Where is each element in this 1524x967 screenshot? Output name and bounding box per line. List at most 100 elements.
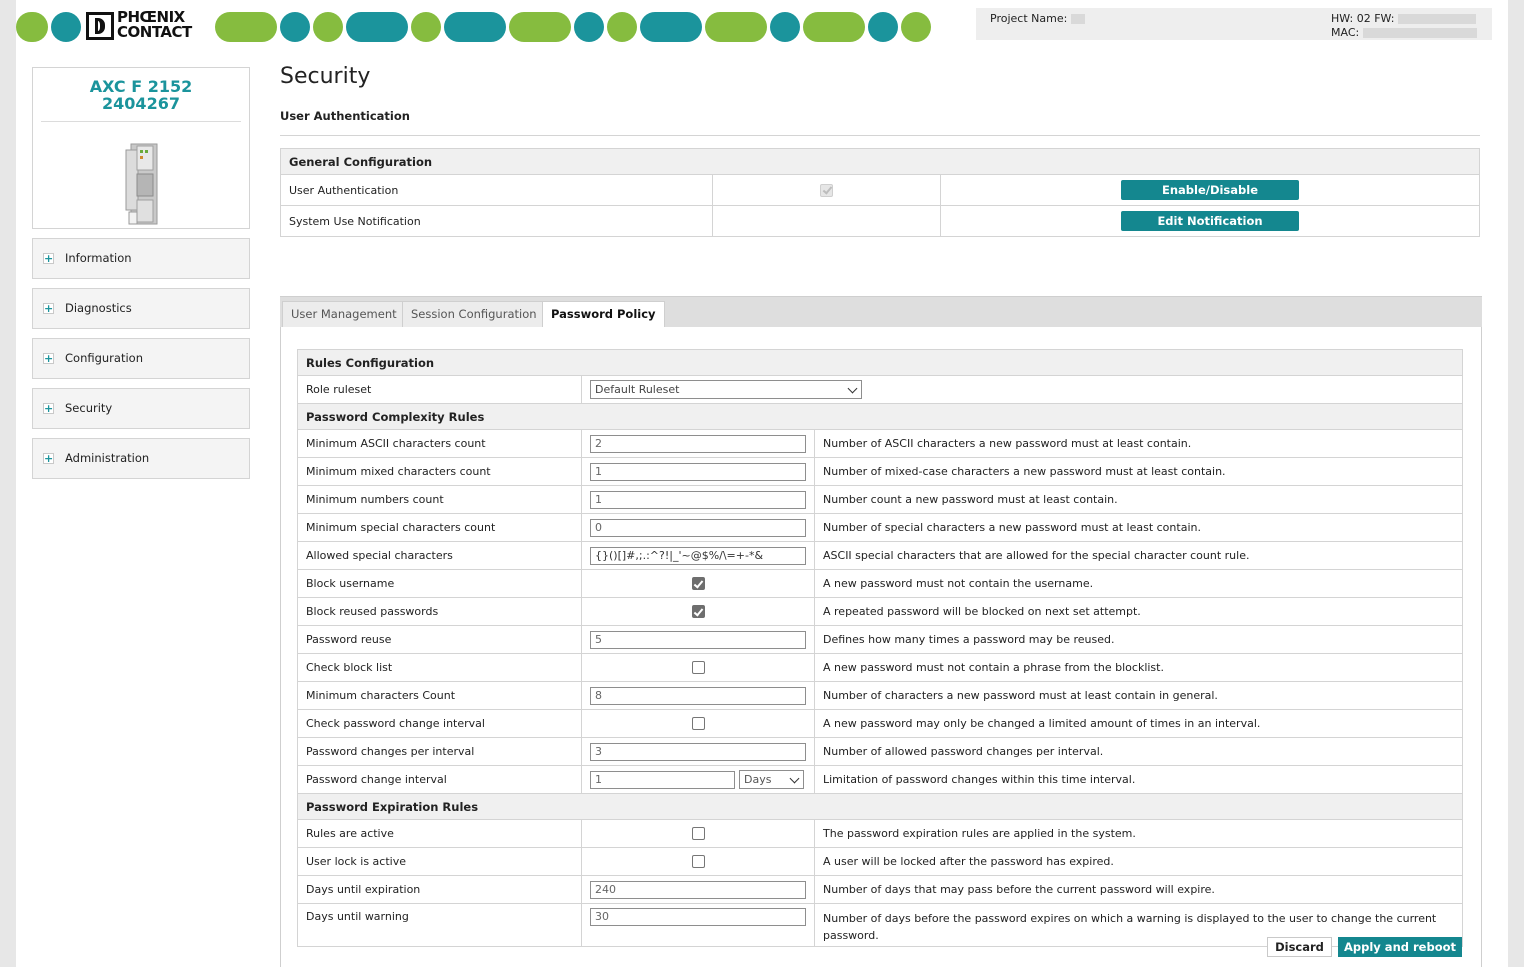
expand-plus-icon: + <box>43 402 54 415</box>
sidebar-item-configuration[interactable]: + Configuration <box>32 338 250 379</box>
tab-password-policy[interactable]: Password Policy <box>542 301 665 329</box>
row-description: A new password must not contain the user… <box>814 569 1463 598</box>
block-reused-checkbox[interactable] <box>691 605 705 618</box>
role-ruleset-select[interactable]: Default Ruleset <box>590 380 862 399</box>
min-mixed-input[interactable]: 1 <box>590 462 806 481</box>
min-ascii-input[interactable]: 2 <box>590 434 806 453</box>
allowed-special-chars-input[interactable]: {}()[]#,;.:^?!|_'~@$%/\=+-*& <box>590 546 806 565</box>
table-header: General Configuration <box>280 148 1480 175</box>
days-until-warning-input[interactable]: 30 <box>590 908 806 926</box>
row-label: Minimum special characters count <box>297 513 582 542</box>
rules-active-checkbox[interactable] <box>691 827 705 840</box>
table-row: Rules are active The password expiration… <box>297 819 1463 848</box>
enable-disable-button[interactable]: Enable/Disable <box>1121 180 1299 200</box>
device-card: AXC F 2152 2404267 <box>32 67 250 229</box>
row-label: Password changes per interval <box>297 737 582 766</box>
row-label: Block reused passwords <box>297 597 582 626</box>
table-row: Minimum special characters count 0 Numbe… <box>297 513 1463 542</box>
select-value: Days <box>744 773 772 786</box>
sidebar-item-label: Configuration <box>65 351 143 365</box>
min-characters-input[interactable]: 8 <box>590 686 806 705</box>
row-label: Minimum characters Count <box>297 681 582 710</box>
row-description: A repeated password will be blocked on n… <box>814 597 1463 626</box>
tab-session-configuration[interactable]: Session Configuration <box>402 301 546 327</box>
logo-line2: CONTACT <box>117 23 192 41</box>
row-label: Block username <box>297 569 582 598</box>
table-row: Role ruleset Default Ruleset <box>297 375 1463 404</box>
row-description: Number of days that may pass before the … <box>814 875 1463 904</box>
row-description: Limitation of password changes within th… <box>814 765 1463 794</box>
change-interval-input[interactable]: 1 <box>590 770 735 789</box>
page-title: Security <box>280 64 371 89</box>
discard-button[interactable]: Discard <box>1267 937 1332 957</box>
table-row: Minimum ASCII characters count 2 Number … <box>297 429 1463 458</box>
table-row: Block reused passwords A repeated passwo… <box>297 597 1463 626</box>
tab-user-management[interactable]: User Management <box>282 301 406 327</box>
device-model: AXC F 2152 <box>89 77 193 96</box>
device-image <box>125 143 158 225</box>
table-row: System Use Notification Edit Notificatio… <box>280 205 1480 237</box>
table-row: Block username A new password must not c… <box>297 569 1463 598</box>
expand-plus-icon: + <box>43 452 54 465</box>
sidebar-item-administration[interactable]: + Administration <box>32 438 250 479</box>
row-description: Number of special characters a new passw… <box>814 513 1463 542</box>
table-row: Days until expiration 240 Number of days… <box>297 875 1463 904</box>
table-row: Minimum mixed characters count 1 Number … <box>297 457 1463 486</box>
row-label: Password reuse <box>297 625 582 654</box>
chevron-down-icon <box>789 773 800 784</box>
rules-configuration-table: Rules Configuration Role ruleset Default… <box>297 349 1463 947</box>
password-reuse-input[interactable]: 5 <box>590 630 806 649</box>
row-label: Allowed special characters <box>297 541 582 570</box>
min-special-input[interactable]: 0 <box>590 518 806 537</box>
table-row: Check block list A new password must not… <box>297 653 1463 682</box>
row-label: System Use Notification <box>280 205 713 237</box>
sidebar-item-information[interactable]: + Information <box>32 238 250 279</box>
user-lock-active-checkbox[interactable] <box>691 855 705 868</box>
changes-per-interval-input[interactable]: 3 <box>590 742 806 761</box>
row-label: User Authentication <box>280 174 713 206</box>
block-username-checkbox[interactable] <box>691 577 705 590</box>
mac-label: MAC: <box>1331 26 1360 39</box>
expand-plus-icon: + <box>43 302 54 315</box>
sidebar-item-security[interactable]: + Security <box>32 388 250 429</box>
table-row: User Authentication Enable/Disable <box>280 174 1480 206</box>
row-description: A user will be locked after the password… <box>814 847 1463 876</box>
sidebar-item-diagnostics[interactable]: + Diagnostics <box>32 288 250 329</box>
interval-unit-select[interactable]: Days <box>739 770 804 789</box>
table-row: Check password change interval A new pas… <box>297 709 1463 738</box>
apply-and-reboot-button[interactable]: Apply and reboot <box>1338 937 1462 957</box>
min-numbers-input[interactable]: 1 <box>590 490 806 509</box>
user-auth-checkbox[interactable] <box>820 183 833 197</box>
row-description: The password expiration rules are applie… <box>814 819 1463 848</box>
tab-bar: User Management Session Configuration Pa… <box>280 296 1482 329</box>
table-row: Minimum numbers count 1 Number count a n… <box>297 485 1463 514</box>
row-label: Role ruleset <box>297 375 582 404</box>
edit-notification-button[interactable]: Edit Notification <box>1121 211 1299 231</box>
table-header: Rules Configuration <box>297 349 1463 376</box>
row-description: ASCII special characters that are allowe… <box>814 541 1463 570</box>
check-block-list-checkbox[interactable] <box>691 661 705 674</box>
table-row: Allowed special characters {}()[]#,;.:^?… <box>297 541 1463 570</box>
table-row: User lock is active A user will be locke… <box>297 847 1463 876</box>
table-header: Password Expiration Rules <box>297 793 1463 820</box>
row-label: Password change interval <box>297 765 582 794</box>
project-name-label: Project Name: <box>990 12 1068 25</box>
days-until-expiration-input[interactable]: 240 <box>590 880 806 899</box>
sidebar-item-label: Information <box>65 251 132 265</box>
row-description: Number of characters a new password must… <box>814 681 1463 710</box>
row-label: Minimum numbers count <box>297 485 582 514</box>
table-row: Password change interval 1 Days Limitatio… <box>297 765 1463 794</box>
device-order-number: 2404267 <box>102 94 180 113</box>
row-label: Check password change interval <box>297 709 582 738</box>
general-configuration-table: General Configuration User Authenticatio… <box>280 148 1480 237</box>
chevron-down-icon <box>847 383 858 394</box>
project-info: Project Name: HW: 02 FW: MAC: <box>976 8 1492 40</box>
expand-plus-icon: + <box>43 252 54 265</box>
row-description: Number count a new password must at leas… <box>814 485 1463 514</box>
table-row: Password changes per interval 3 Number o… <box>297 737 1463 766</box>
select-value: Default Ruleset <box>595 383 680 396</box>
row-description: Number of mixed-case characters a new pa… <box>814 457 1463 486</box>
expand-plus-icon: + <box>43 352 54 365</box>
check-change-interval-checkbox[interactable] <box>691 717 705 730</box>
sidebar-item-label: Security <box>65 401 113 415</box>
